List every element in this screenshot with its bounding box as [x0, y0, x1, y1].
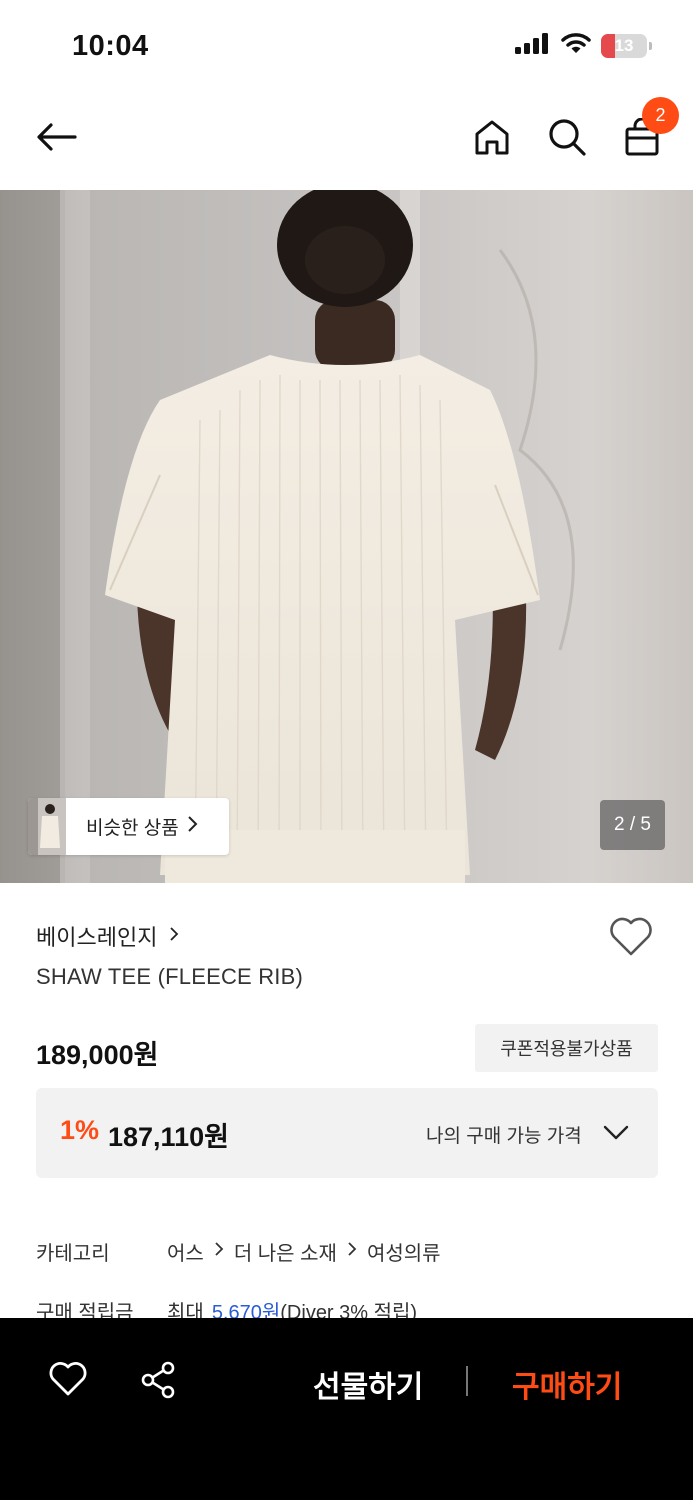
product-name: SHAW TEE (FLEECE RIB)	[36, 964, 304, 989]
search-icon	[549, 119, 586, 156]
category-link-earth[interactable]: 어스	[167, 1237, 204, 1266]
gift-button[interactable]: 선물하기	[313, 1362, 423, 1406]
category-breadcrumb: 어스 더 나은 소재 여성의류	[167, 1237, 441, 1266]
wifi-icon	[561, 32, 591, 59]
search-button[interactable]	[542, 112, 592, 162]
cellular-signal-icon	[515, 32, 551, 59]
buy-button[interactable]: 구매하기	[512, 1362, 622, 1406]
product-photo	[0, 190, 693, 883]
category-label: 카테고리	[36, 1243, 110, 1265]
heart-icon	[49, 1362, 87, 1396]
bottom-wishlist-button[interactable]	[48, 1360, 88, 1400]
status-indicators: 13	[515, 32, 652, 59]
brand-link[interactable]: 베이스레인지	[36, 920, 179, 952]
wishlist-button[interactable]	[608, 916, 658, 964]
cart-button[interactable]: 2	[617, 97, 679, 162]
product-price: 189,000원	[36, 1040, 159, 1070]
status-bar: 10:04 13	[0, 0, 693, 90]
cart-count-badge: 2	[642, 97, 679, 134]
similar-products-thumbnail	[28, 798, 66, 855]
top-navigation: 2	[0, 90, 693, 190]
share-icon	[141, 1361, 175, 1399]
chevron-down-icon	[603, 1125, 629, 1140]
image-page-indicator: 2 / 5	[600, 800, 665, 850]
bottom-action-bar: 선물하기 구매하기	[0, 1318, 693, 1500]
my-price-dropdown[interactable]: 1% 187,110원 나의 구매 가능 가격	[36, 1088, 658, 1178]
status-time: 10:04	[72, 30, 149, 62]
category-link-womens-clothing[interactable]: 여성의류	[367, 1237, 441, 1266]
chevron-right-icon	[347, 1240, 357, 1263]
product-image-gallery[interactable]: 비슷한 상품 2 / 5	[0, 190, 693, 883]
back-arrow-icon	[37, 123, 77, 151]
heart-icon	[610, 917, 652, 956]
category-link-better-material[interactable]: 더 나은 소재	[234, 1237, 337, 1266]
share-button[interactable]	[139, 1360, 179, 1400]
battery-icon: 13	[601, 33, 652, 58]
similar-products-label: 비슷한 상품	[86, 818, 179, 839]
discounted-price: 187,110원	[108, 1122, 229, 1152]
chevron-right-icon	[214, 1240, 224, 1263]
back-button[interactable]	[32, 112, 82, 162]
discount-rate: 1%	[60, 1115, 100, 1145]
chevron-right-icon	[187, 815, 199, 839]
coupon-status-badge: 쿠폰적용불가상품	[475, 1024, 658, 1072]
home-button[interactable]	[467, 112, 517, 162]
chevron-right-icon	[169, 925, 179, 948]
brand-name: 베이스레인지	[36, 925, 158, 950]
home-icon	[475, 120, 509, 155]
similar-products-button[interactable]: 비슷한 상품	[28, 798, 229, 855]
battery-level: 13	[614, 35, 634, 55]
my-price-label: 나의 구매 가능 가격	[426, 1126, 582, 1147]
bottom-bar-divider	[466, 1366, 468, 1396]
